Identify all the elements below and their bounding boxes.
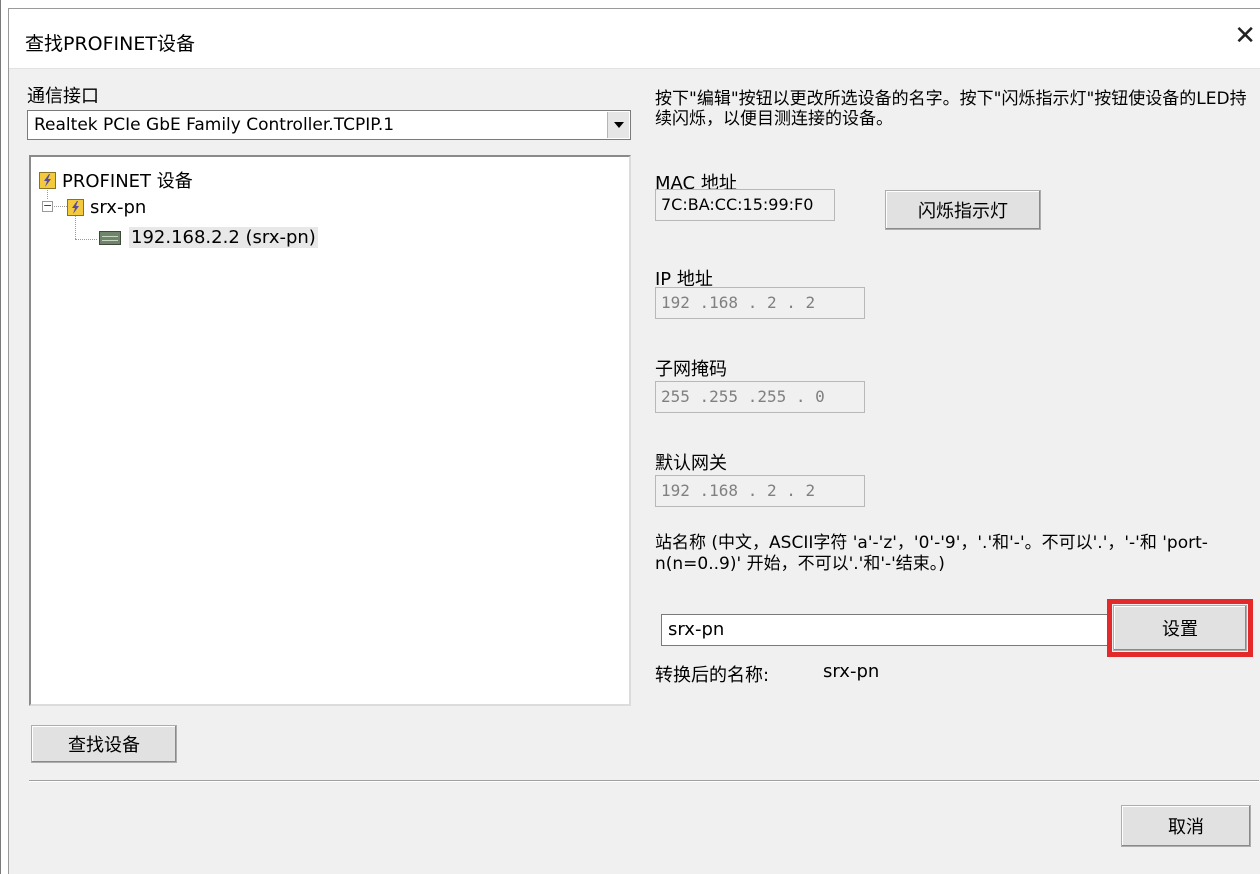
- profinet-icon: [67, 199, 84, 216]
- tree-node-label: srx-pn: [90, 197, 147, 218]
- window-edge: [0, 0, 1, 874]
- station-name-input[interactable]: srx-pn: [661, 614, 1111, 646]
- tree-connector: [75, 239, 97, 240]
- ip-field[interactable]: 192 .168 . 2 . 2: [655, 287, 865, 319]
- station-name-hint: 站名称 (中文，ASCII字符 'a'-'z'，'0'-'9'，'.'和'-'。…: [655, 533, 1208, 574]
- gateway-field[interactable]: 192 .168 . 2 . 2: [655, 475, 865, 507]
- device-icon: [99, 230, 121, 245]
- interface-label: 通信接口: [27, 86, 99, 107]
- footer-separator: [29, 780, 1259, 782]
- tree-root-label: PROFINET 设备: [62, 171, 193, 192]
- converted-name-value: srx-pn: [823, 661, 880, 682]
- dialog-title: 查找PROFINET设备: [25, 33, 195, 55]
- tree-connector: [75, 215, 76, 239]
- tree-device-label: 192.168.2.2 (srx-pn): [129, 227, 318, 248]
- profinet-icon: [39, 171, 56, 189]
- subnet-field[interactable]: 255 .255 .255 . 0: [655, 381, 865, 413]
- tree-device-item[interactable]: 192.168.2.2 (srx-pn): [99, 227, 318, 248]
- highlight-box: [1107, 599, 1253, 657]
- tree-root[interactable]: PROFINET 设备: [39, 167, 193, 193]
- mac-field: 7C:BA:CC:15:99:F0: [655, 189, 835, 221]
- device-tree[interactable]: − PROFINET 设备 srx-pn 192.168.2.2 (srx-pn…: [29, 155, 631, 706]
- close-icon[interactable]: ✕: [1234, 21, 1256, 51]
- instructions-text: 按下"编辑"按钮以更改所选设备的名字。按下"闪烁指示灯"按钮使设备的LED持续闪…: [655, 89, 1247, 129]
- interface-value: Realtek PCIe GbE Family Controller.TCPIP…: [34, 115, 395, 135]
- find-profinet-dialog: 查找PROFINET设备 ✕ 通信接口 Realtek PCIe GbE Fam…: [8, 8, 1260, 874]
- interface-select[interactable]: Realtek PCIe GbE Family Controller.TCPIP…: [27, 110, 631, 140]
- dropdown-arrow-icon[interactable]: [607, 112, 629, 138]
- tree-connector: [52, 206, 67, 207]
- converted-name-label: 转换后的名称:: [655, 665, 770, 686]
- tree-node-srx-pn[interactable]: srx-pn: [67, 197, 146, 218]
- title-bar: 查找PROFINET设备 ✕: [9, 9, 1260, 69]
- find-devices-button[interactable]: 查找设备: [31, 725, 177, 763]
- tree-collapse-icon[interactable]: −: [42, 200, 53, 212]
- subnet-label: 子网掩码: [655, 359, 727, 380]
- blink-led-button[interactable]: 闪烁指示灯: [885, 190, 1041, 230]
- gateway-label: 默认网关: [655, 453, 727, 474]
- cancel-button[interactable]: 取消: [1121, 805, 1251, 847]
